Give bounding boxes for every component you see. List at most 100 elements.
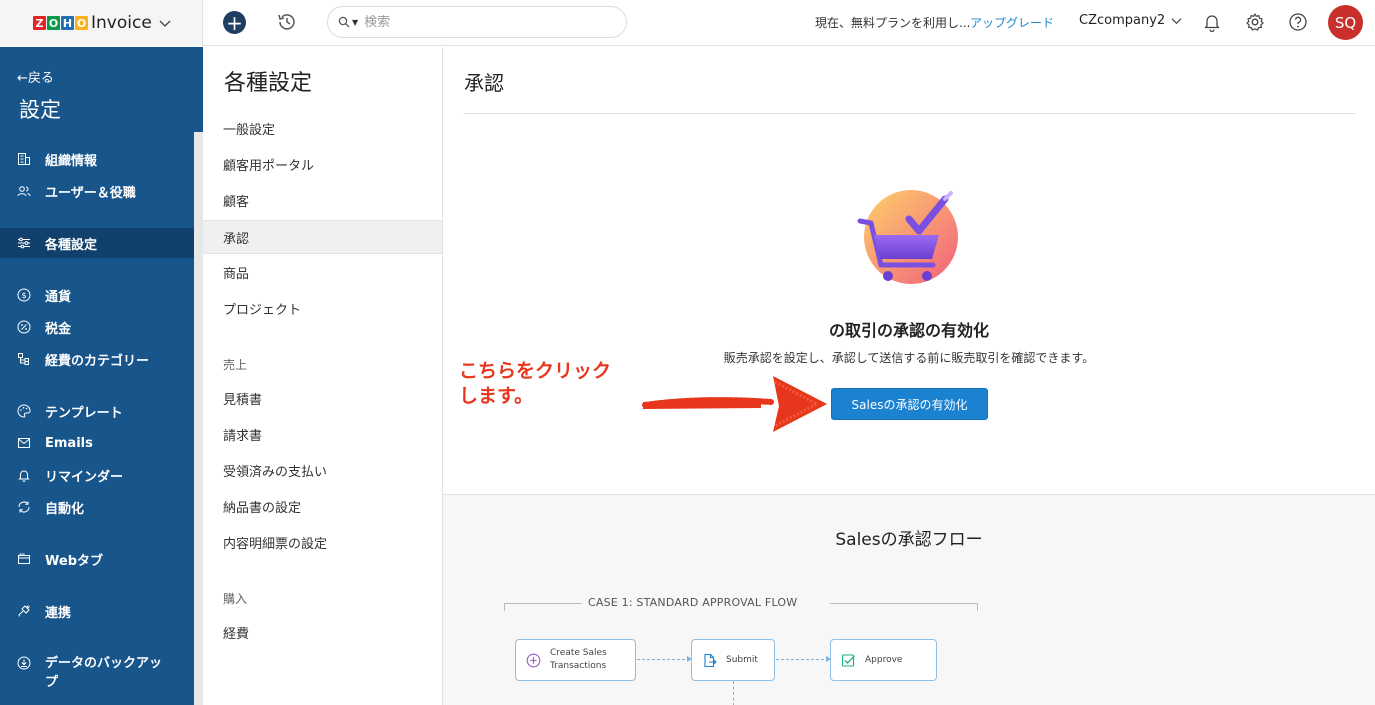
- shopping-cart-check-illustration: [857, 190, 958, 284]
- preference-delivery-notes[interactable]: 納品書の設定: [203, 489, 442, 523]
- sidebar-item-web-tabs[interactable]: Webタブ: [0, 544, 194, 574]
- category-icon: [18, 353, 29, 365]
- sidebar-item-label: 連携: [45, 605, 72, 621]
- sidebar-item-expense-categories[interactable]: 経費のカテゴリー: [0, 344, 194, 374]
- preference-packing-slips[interactable]: 内容明細票の設定: [203, 525, 442, 559]
- preference-expenses[interactable]: 経費: [203, 615, 442, 649]
- sidebar-item-emails[interactable]: Emails: [0, 428, 194, 458]
- app-switcher[interactable]: Z O H O Invoice: [0, 0, 203, 46]
- preference-quotes[interactable]: 見積書: [203, 381, 442, 415]
- sidebar-title: 設定: [19, 98, 61, 122]
- zoho-letter-o: O: [47, 16, 60, 30]
- refresh-icon: [18, 501, 30, 513]
- search-bar[interactable]: ▼: [327, 6, 627, 38]
- plan-status-text: 現在、無料プランを利用し...: [815, 16, 971, 30]
- organization-name: CZcompany2: [1079, 13, 1166, 28]
- sidebar-item-label: 税金: [45, 321, 72, 337]
- tax-icon: [17, 320, 31, 334]
- preference-customers[interactable]: 顧客: [203, 183, 442, 217]
- flow-step-label: Submit: [726, 654, 758, 665]
- gear-icon[interactable]: [1245, 12, 1265, 32]
- notification-bell-icon[interactable]: [1202, 12, 1222, 32]
- sidebar-item-label: 通貨: [45, 289, 72, 305]
- case-bracket-right: [830, 603, 978, 611]
- flow-step-label: Approve: [865, 654, 903, 665]
- sidebar-item-currency[interactable]: $ 通貨: [0, 280, 194, 310]
- sidebar-item-label: リマインダー: [45, 469, 124, 485]
- page-title: 承認: [464, 71, 504, 95]
- top-bar: Z O H O Invoice + ▼ 現在、無料プランを利用し... アップグ…: [0, 0, 1375, 46]
- zoho-letter-o2: O: [75, 16, 88, 30]
- sidebar-scrollbar[interactable]: [194, 132, 203, 705]
- users-icon: [17, 186, 31, 197]
- sidebar-item-label: テンプレート: [45, 405, 123, 421]
- preference-customer-portal[interactable]: 顧客用ポータル: [203, 147, 442, 181]
- zoho-logo: Z O H O: [33, 16, 88, 30]
- sidebar-item-label: 自動化: [45, 501, 85, 517]
- flow-connector-vertical: [733, 681, 734, 705]
- quick-create-button[interactable]: +: [223, 11, 246, 34]
- sidebar-item-label: Emails: [45, 435, 93, 451]
- chevron-down-icon: [159, 20, 171, 27]
- sidebar-item-label: 各種設定: [45, 237, 98, 253]
- sidebar-item-taxes[interactable]: 税金: [0, 312, 194, 342]
- history-icon[interactable]: [276, 11, 298, 33]
- zoho-letter-z: Z: [33, 16, 46, 30]
- help-icon[interactable]: [1288, 12, 1308, 32]
- search-icon: [338, 16, 350, 28]
- sidebar-item-users[interactable]: ユーザー＆役職: [0, 176, 194, 206]
- flow-connector: [637, 656, 692, 662]
- building-icon: [18, 153, 30, 165]
- sidebar-item-reminders[interactable]: リマインダー: [0, 460, 194, 490]
- preferences-title: 各種設定: [224, 71, 313, 96]
- plug-icon: [18, 605, 30, 617]
- svg-text:$: $: [21, 291, 26, 300]
- sidebar-item-organization[interactable]: 組織情報: [0, 144, 194, 174]
- flow-connector: [776, 656, 831, 662]
- flow-step-approve: Approve: [830, 639, 937, 681]
- checkbox-icon: [841, 653, 855, 667]
- flow-step-submit: Submit: [691, 639, 775, 681]
- document-send-icon: [704, 653, 717, 667]
- sidebar-item-label: 組織情報: [45, 153, 98, 169]
- sidebar-item-label: 経費のカテゴリー: [45, 353, 150, 369]
- upgrade-link[interactable]: アップグレード: [970, 14, 1054, 31]
- approval-flow-section: Salesの承認フロー CASE 1: STANDARD APPROVAL FL…: [443, 494, 1375, 705]
- sidebar-item-data-backup[interactable]: データのバックアッ プ: [0, 648, 194, 692]
- enable-approval-heading: の取引の承認の有効化: [828, 321, 989, 340]
- user-avatar[interactable]: SQ: [1328, 5, 1363, 40]
- organization-switcher[interactable]: CZcompany2: [1079, 13, 1182, 28]
- currency-icon: $: [17, 288, 31, 302]
- webtab-icon: [18, 553, 30, 564]
- backup-icon: [17, 656, 31, 670]
- preference-items[interactable]: 商品: [203, 255, 442, 289]
- back-link[interactable]: ←戻る: [17, 67, 54, 86]
- palette-icon: [17, 404, 31, 418]
- sidebar-item-preferences[interactable]: 各種設定: [0, 228, 194, 258]
- enable-sales-approval-button[interactable]: Salesの承認の有効化: [831, 388, 988, 420]
- sliders-icon: [18, 237, 30, 249]
- section-sales-label: 売上: [223, 358, 248, 372]
- preference-projects[interactable]: プロジェクト: [203, 291, 442, 325]
- bell-icon: [18, 470, 30, 482]
- chevron-down-icon: [1171, 18, 1182, 25]
- zoho-letter-h: H: [61, 16, 74, 30]
- sidebar-item-automation[interactable]: 自動化: [0, 492, 194, 522]
- search-filter-caret-icon[interactable]: ▼: [352, 18, 358, 27]
- preference-general[interactable]: 一般設定: [203, 111, 442, 145]
- annotation-arrow-icon: [642, 376, 827, 432]
- sidebar-item-templates[interactable]: テンプレート: [0, 396, 194, 426]
- plus-circle-icon: [526, 653, 541, 667]
- flow-step-label: Create Sales Transactions: [550, 648, 607, 671]
- product-name: Invoice: [91, 13, 152, 33]
- preferences-list: 各種設定 一般設定 顧客用ポータル 顧客 承認 商品 プロジェクト 売上 見積書…: [203, 47, 443, 705]
- preference-approvals[interactable]: 承認: [203, 220, 442, 254]
- preference-payments-received[interactable]: 受領済みの支払い: [203, 453, 442, 487]
- sidebar-item-integrations[interactable]: 連携: [0, 596, 194, 626]
- annotation-callout-text: こちらをクリック します。: [459, 360, 612, 407]
- sidebar-item-label: Webタブ: [45, 553, 103, 569]
- approvals-main: 承認 の取引の承認の有効化 販売承認を設定し、承認して送信する前に販売取引を確認…: [443, 47, 1375, 705]
- case-label: CASE 1: STANDARD APPROVAL FLOW: [588, 596, 798, 609]
- preference-invoices[interactable]: 請求書: [203, 417, 442, 451]
- search-input[interactable]: [364, 14, 585, 30]
